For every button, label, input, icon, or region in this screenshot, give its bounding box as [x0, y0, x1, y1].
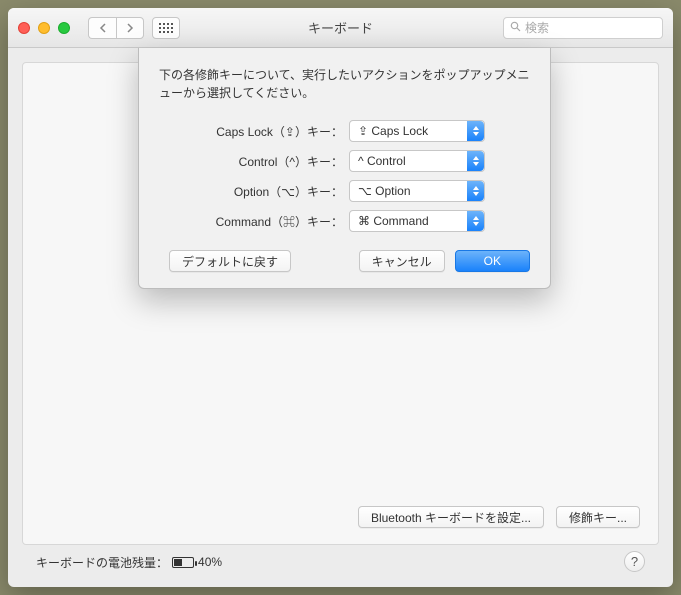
label-command: Command（⌘）キー：: [159, 213, 349, 230]
chevron-left-icon: [99, 23, 107, 33]
updown-arrows-icon: [467, 181, 484, 201]
search-icon: [510, 21, 521, 35]
select-option[interactable]: ⌥ Option: [349, 180, 485, 202]
select-capslock-value: ⇪ Caps Lock: [358, 124, 428, 138]
label-capslock: Caps Lock（⇪）キー：: [159, 123, 349, 140]
select-command[interactable]: ⌘ Command: [349, 210, 485, 232]
show-all-button-group: [152, 17, 180, 39]
row-capslock: Caps Lock（⇪）キー： ⇪ Caps Lock: [159, 120, 530, 142]
label-control: Control（^）キー：: [159, 153, 349, 170]
status-row: キーボードの電池残量： 40% ?: [22, 545, 659, 579]
nav-buttons: [88, 17, 144, 39]
battery-percent: 40%: [198, 555, 222, 569]
search-field[interactable]: 検索: [503, 17, 663, 39]
titlebar: キーボード 検索: [8, 8, 673, 48]
row-command: Command（⌘）キー： ⌘ Command: [159, 210, 530, 232]
help-button[interactable]: ?: [624, 551, 645, 572]
updown-arrows-icon: [467, 121, 484, 141]
ok-button[interactable]: OK: [455, 250, 530, 272]
minimize-window-button[interactable]: [38, 22, 50, 34]
cancel-button[interactable]: キャンセル: [359, 250, 445, 272]
search-placeholder: 検索: [525, 19, 549, 36]
battery-fill: [174, 559, 182, 566]
select-command-value: ⌘ Command: [358, 214, 429, 228]
restore-defaults-button[interactable]: デフォルトに戻す: [169, 250, 291, 272]
close-window-button[interactable]: [18, 22, 30, 34]
select-control-value: ^ Control: [358, 154, 406, 168]
battery-label: キーボードの電池残量：: [36, 554, 168, 571]
modifier-keys-sheet: 下の各修飾キーについて、実行したいアクションをポップアップメニューから選択してく…: [138, 48, 551, 289]
updown-arrows-icon: [467, 211, 484, 231]
bluetooth-setup-button[interactable]: Bluetooth キーボードを設定...: [358, 506, 544, 528]
show-all-button[interactable]: [152, 17, 180, 39]
updown-arrows-icon: [467, 151, 484, 171]
row-option: Option（⌥）キー： ⌥ Option: [159, 180, 530, 202]
battery-icon: [172, 557, 194, 568]
row-control: Control（^）キー： ^ Control: [159, 150, 530, 172]
preferences-window: キーボード 検索 Bluetooth キーボードを設定... 修飾キー... キ…: [8, 8, 673, 587]
forward-button[interactable]: [116, 17, 144, 39]
sheet-button-row: デフォルトに戻す キャンセル OK: [159, 250, 530, 272]
panel-bottom-buttons: Bluetooth キーボードを設定... 修飾キー...: [358, 506, 640, 528]
back-button[interactable]: [88, 17, 116, 39]
select-option-value: ⌥ Option: [358, 184, 411, 198]
select-capslock[interactable]: ⇪ Caps Lock: [349, 120, 485, 142]
label-option: Option（⌥）キー：: [159, 183, 349, 200]
select-control[interactable]: ^ Control: [349, 150, 485, 172]
traffic-lights: [18, 22, 70, 34]
sheet-description: 下の各修飾キーについて、実行したいアクションをポップアップメニューから選択してく…: [159, 66, 530, 102]
zoom-window-button[interactable]: [58, 22, 70, 34]
modifier-keys-button[interactable]: 修飾キー...: [556, 506, 640, 528]
grid-icon: [159, 23, 173, 33]
chevron-right-icon: [126, 23, 134, 33]
